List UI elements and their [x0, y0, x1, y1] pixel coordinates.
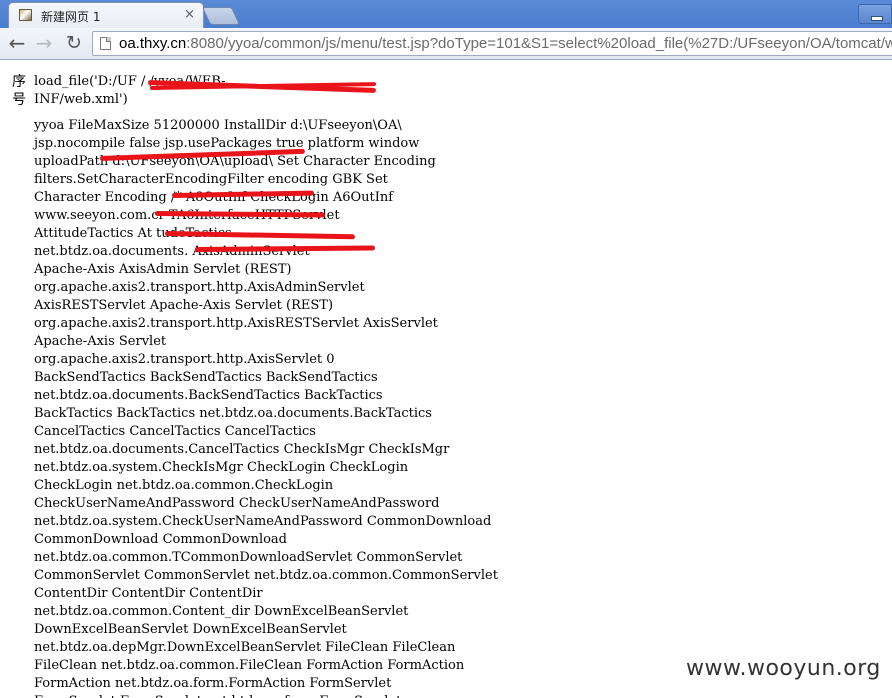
redaction-mark [194, 245, 376, 252]
url-path: :8080/yyoa/common/js/menu/test.jsp?doTyp… [186, 35, 892, 52]
result-line: FileClean net.btdz.oa.common.FileClean F… [34, 658, 465, 673]
address-url: oa.thxy.cn:8080/yyoa/common/js/menu/test… [119, 34, 892, 54]
tab-close-icon[interactable]: × [184, 7, 195, 23]
result-line: org.apache.axis2.transport.http.AxisREST… [34, 316, 438, 331]
result-line: Apache-Axis AxisAdmin Servlet (REST) [34, 262, 292, 277]
browser-tab[interactable]: 新建网页 1 × [8, 2, 204, 28]
result-line: net.btdz.oa.system.CheckIsMgr CheckLogin… [34, 460, 409, 475]
tab-strip: 新建网页 1 × [0, 0, 892, 28]
url-host: oa.thxy.cn [119, 35, 187, 52]
result-line: net.btdz.oa.common.TCommonDownloadServle… [34, 550, 463, 565]
result-line: Apache-Axis Servlet [34, 334, 167, 349]
page-content: 序 号 load_file('D:/UF / /yyoa/WEB- INF/we… [0, 61, 892, 698]
result-line: net.btdz.oa.depMgr.DownExcelBeanServlet … [34, 640, 456, 655]
browser-toolbar: ← → ↻ oa.thxy.cn:8080/yyoa/common/js/men… [0, 28, 892, 60]
result-line: net.btdz.oa.system.CheckUserNameAndPassw… [34, 514, 492, 529]
result-line: net.btdz.oa.documents.CancelTactics Chec… [34, 442, 450, 457]
result-line: DownExcelBeanServlet DownExcelBeanServle… [34, 622, 347, 637]
reload-icon[interactable]: ↻ [63, 32, 85, 54]
new-tab-button[interactable] [201, 7, 241, 25]
result-line: net.btdz.oa.documents.BackSendTactics Ba… [34, 388, 383, 403]
result-line: ContentDir ContentDir ContentDir [34, 586, 263, 601]
column-header-char: 号 [12, 92, 26, 108]
result-line: CommonServlet CommonServlet net.btdz.oa.… [34, 568, 498, 583]
result-line: CancelTactics CancelTactics CancelTactic… [34, 424, 316, 439]
result-line: net.btdz.oa.common.Content_dir DownExcel… [34, 604, 409, 619]
result-line: CheckUserNameAndPassword CheckUserNameAn… [34, 496, 440, 511]
result-line: yyoa FileMaxSize 51200000 InstallDir d:\… [34, 118, 402, 133]
result-line: FormAction net.btdz.oa.form.FormAction F… [34, 676, 392, 691]
result-line: jsp.nocompile false jsp.usePackages true… [34, 136, 420, 151]
result-line: CheckLogin net.btdz.oa.common.CheckLogin [34, 478, 334, 493]
column-header-char: 序 [12, 74, 26, 90]
address-bar[interactable]: oa.thxy.cn:8080/yyoa/common/js/menu/test… [92, 31, 892, 56]
result-line: org.apache.axis2.transport.http.AxisAdmi… [34, 280, 365, 295]
result-line: AxisRESTServlet Apache-Axis Servlet (RES… [34, 298, 334, 313]
page-icon [100, 37, 111, 50]
window-minimize-button[interactable] [858, 4, 892, 24]
forward-arrow-icon[interactable]: → [33, 32, 55, 54]
result-line: BackSendTactics BackSendTactics BackSend… [34, 370, 378, 385]
query-header-line: INF/web.xml') [34, 92, 128, 107]
watermark: www.wooyun.org [686, 656, 881, 681]
tab-title: 新建网页 1 [41, 10, 101, 24]
page-favicon-icon [19, 9, 32, 21]
back-arrow-icon[interactable]: ← [6, 32, 28, 54]
result-line: FormServlet FormServlet net.btdz.oa.form… [34, 693, 401, 698]
result-line: filters.SetCharacterEncodingFilter encod… [34, 172, 388, 187]
result-line: BackTactics BackTactics net.btdz.oa.docu… [34, 406, 432, 421]
result-line: org.apache.axis2.transport.http.AxisServ… [34, 352, 335, 367]
result-line: CommonDownload CommonDownload [34, 532, 287, 547]
